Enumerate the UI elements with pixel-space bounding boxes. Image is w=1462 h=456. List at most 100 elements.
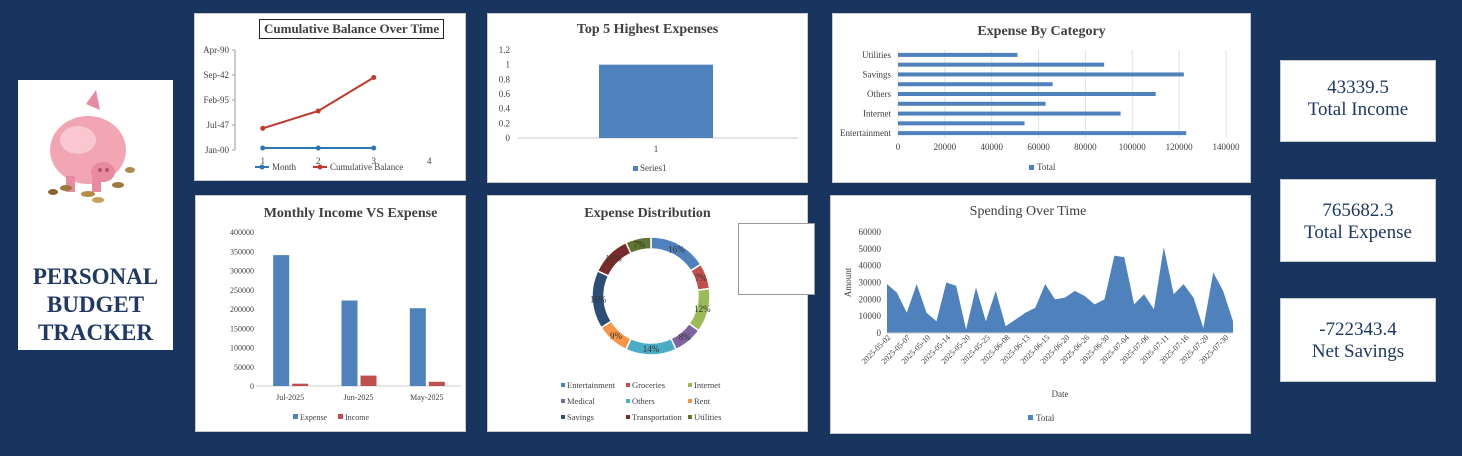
x-tick-label: 80000 bbox=[1074, 142, 1097, 152]
y-tick-label: 0.4 bbox=[499, 104, 511, 114]
y-tick-label: 30000 bbox=[859, 278, 882, 288]
legend-label: Savings bbox=[567, 412, 594, 422]
bar-internet bbox=[898, 111, 1121, 116]
x-tick-label: 1 bbox=[261, 156, 266, 166]
legend-label: Month bbox=[272, 162, 297, 172]
kpi-label: Net Savings bbox=[1311, 341, 1405, 362]
x-tick-label: 20000 bbox=[934, 142, 957, 152]
y-tick-label: 400000 bbox=[230, 228, 254, 237]
y-tick-label: Sep-42 bbox=[204, 70, 230, 80]
monthly-income-expense-chart: Monthly Income VS Expense 0 50000 100000 15… bbox=[195, 195, 466, 432]
x-tick-label: May-2025 bbox=[410, 393, 443, 402]
cumulative-balance-chart: Cumulative Balance Over Time Jan-00 Jul-4… bbox=[194, 13, 466, 181]
legend-swatch bbox=[338, 414, 343, 419]
y-tick-label: 20000 bbox=[859, 294, 882, 304]
x-axis-label: Date bbox=[1052, 389, 1069, 399]
legend-label: Series1 bbox=[640, 163, 667, 173]
top5-expenses-chart: Top 5 Highest Expenses 0 0.2 0.4 0.6 0.8 1 1.2… bbox=[487, 13, 808, 183]
y-tick-label: 0 bbox=[877, 328, 882, 338]
legend-swatch bbox=[626, 415, 630, 419]
y-tick-label: 1.2 bbox=[499, 45, 510, 55]
data-point bbox=[371, 145, 377, 151]
legend-swatch bbox=[1029, 165, 1034, 170]
slice-label: 7% bbox=[633, 239, 646, 249]
legend-label: Internet bbox=[694, 380, 721, 390]
bar bbox=[599, 64, 713, 138]
bar-expense bbox=[409, 308, 426, 386]
data-point bbox=[260, 125, 266, 131]
legend-label: Transportation bbox=[632, 412, 682, 422]
legend-swatch bbox=[688, 383, 692, 387]
bar-savings bbox=[898, 72, 1184, 77]
y-tick-label: 200000 bbox=[230, 305, 254, 314]
total-income-card: 43339.5 Total Income bbox=[1280, 60, 1436, 142]
slice-label: 16% bbox=[590, 294, 607, 304]
kpi-value: 765682.3 bbox=[1322, 200, 1394, 221]
y-tick-label: Internet bbox=[863, 109, 891, 119]
legend-swatch bbox=[561, 415, 565, 419]
y-tick-label: Entertainment bbox=[840, 128, 891, 138]
legend-label: Medical bbox=[567, 396, 595, 406]
bar-transportation bbox=[898, 62, 1105, 67]
data-point bbox=[315, 145, 321, 151]
x-tick-label: Jul-2025 bbox=[276, 393, 304, 402]
bar-income bbox=[428, 381, 445, 386]
piggy-bank-icon bbox=[48, 90, 135, 203]
legend-swatch bbox=[633, 166, 638, 171]
legend-label: Utilities bbox=[694, 412, 721, 422]
legend-swatch bbox=[293, 414, 298, 419]
brand-panel: PERSONAL BUDGET TRACKER bbox=[18, 80, 173, 350]
legend-label: Total bbox=[1037, 162, 1056, 172]
spending-over-time-chart: Spending Over Time 0 10000 20000 30000 40000… bbox=[830, 195, 1251, 434]
data-point bbox=[371, 75, 377, 80]
x-tick-label: 40000 bbox=[980, 142, 1003, 152]
y-tick-label: 350000 bbox=[230, 247, 254, 256]
y-tick-label: Apr-90 bbox=[203, 45, 229, 55]
series-line-Cumulative Balance bbox=[262, 76, 375, 130]
legend-label: Others bbox=[632, 396, 655, 406]
kpi-label: Total Income bbox=[1307, 99, 1409, 120]
legend-label: Groceries bbox=[632, 380, 665, 390]
bar-others bbox=[898, 92, 1156, 96]
legend-label: Entertainment bbox=[567, 380, 616, 390]
bar-expense bbox=[273, 255, 290, 386]
kpi-value: -722343.4 bbox=[1319, 319, 1397, 340]
x-tick-label: 120000 bbox=[1166, 142, 1194, 152]
bar-rent bbox=[898, 82, 1053, 87]
slice-label: 12% bbox=[694, 304, 711, 314]
legend-label: Total bbox=[1036, 413, 1055, 423]
y-tick-label: Jul-47 bbox=[207, 120, 230, 130]
y-tick-label: Jan-00 bbox=[205, 145, 229, 155]
y-tick-label: 50000 bbox=[859, 244, 882, 254]
legend-swatch bbox=[626, 383, 630, 387]
x-tick-label: 2 bbox=[316, 156, 321, 166]
x-tick-label: 140000 bbox=[1213, 142, 1241, 152]
y-tick-label: 10000 bbox=[859, 311, 882, 321]
legend-marker bbox=[317, 164, 323, 170]
x-tick-label: 0 bbox=[896, 142, 901, 152]
page-title: PERSONAL BUDGET TRACKER bbox=[32, 264, 159, 345]
area-series bbox=[887, 247, 1233, 333]
y-tick-label: 300000 bbox=[230, 267, 254, 276]
y-tick-label: 1 bbox=[506, 60, 511, 70]
slice-label: 7% bbox=[695, 273, 708, 283]
bar-utilities bbox=[898, 52, 1018, 57]
slice-label: 14% bbox=[643, 344, 660, 354]
bar-income bbox=[292, 383, 309, 386]
kpi-value: 43339.5 bbox=[1327, 77, 1389, 98]
x-tick-label: 4 bbox=[427, 156, 432, 166]
bar-groceries bbox=[898, 121, 1025, 126]
expense-by-category-chart: Expense By Category 0 20000 40000 60000 8000… bbox=[832, 13, 1251, 183]
x-tick-label: 60000 bbox=[1027, 142, 1050, 152]
y-tick-label: Feb-95 bbox=[204, 95, 230, 105]
y-tick-label: Others bbox=[867, 89, 891, 99]
net-savings-card: -722343.4 Net Savings bbox=[1280, 298, 1436, 382]
kpi-label: Total Expense bbox=[1304, 222, 1412, 243]
legend-marker bbox=[259, 164, 265, 170]
y-tick-label: Utilities bbox=[862, 50, 891, 60]
slice-label: 9% bbox=[610, 331, 623, 341]
legend-label: Expense bbox=[300, 413, 328, 422]
y-tick-label: 0 bbox=[506, 133, 511, 143]
y-tick-label: 40000 bbox=[859, 261, 882, 271]
y-tick-label: 60000 bbox=[859, 227, 882, 237]
